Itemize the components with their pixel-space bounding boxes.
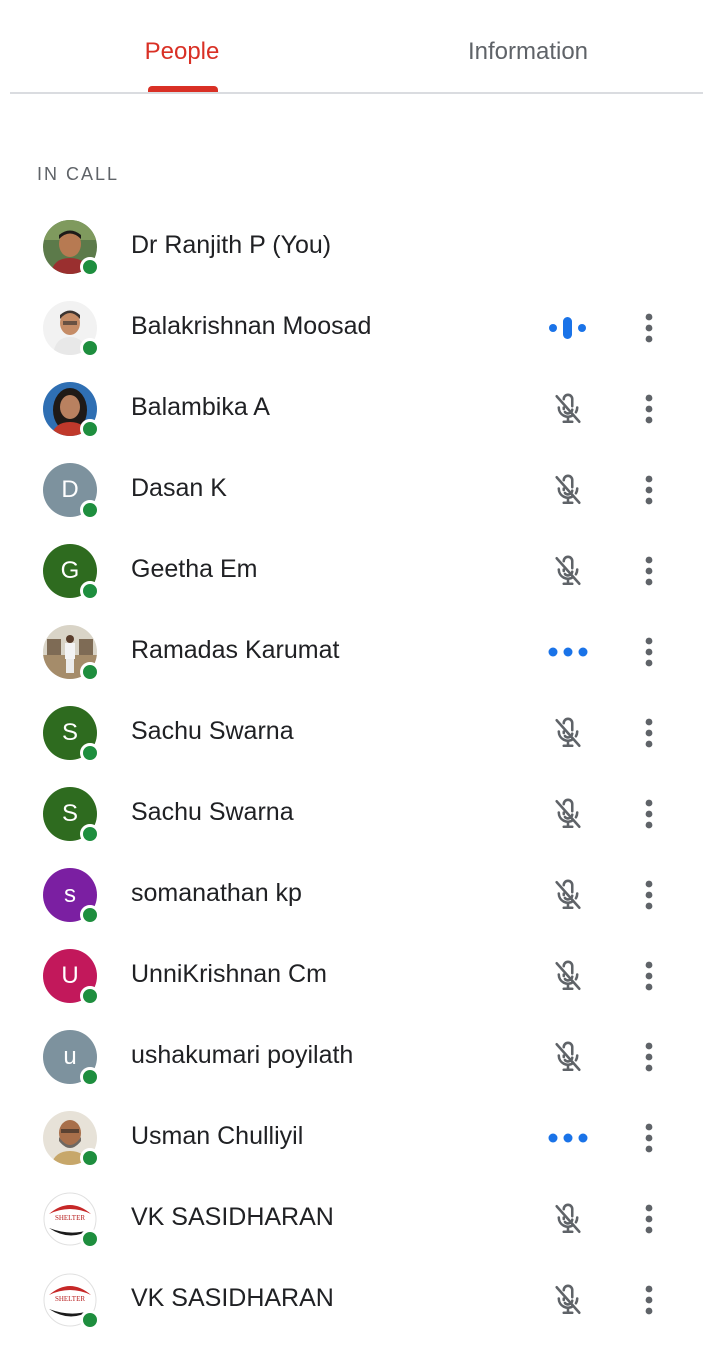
unmuted-dots-icon <box>544 1119 592 1157</box>
online-presence-dot <box>80 743 100 763</box>
online-presence-dot <box>80 1229 100 1249</box>
participant-name: Balambika A <box>131 393 270 421</box>
participant-row[interactable]: SHELTER VK SASIDHARAN <box>0 1178 707 1259</box>
participant-name: UnniKrishnan Cm <box>131 960 327 988</box>
avatar-letter: S <box>61 800 78 827</box>
participant-row[interactable]: G Geetha Em <box>0 530 707 611</box>
participant-name: ushakumari poyilath <box>131 1041 354 1069</box>
participant-name: Dr Ranjith P (You) <box>131 231 332 259</box>
online-presence-dot <box>80 905 100 925</box>
more-options-icon[interactable] <box>630 1198 668 1240</box>
shelter-logo-text: SHELTER <box>54 1214 86 1222</box>
online-presence-dot <box>80 1310 100 1330</box>
more-options-icon[interactable] <box>630 388 668 430</box>
participant-name: Geetha Em <box>131 555 258 583</box>
online-presence-dot <box>80 419 100 439</box>
tab-people[interactable]: People <box>112 36 252 72</box>
participant-name: VK SASIDHARAN <box>131 1203 334 1231</box>
mic-off-icon <box>544 957 592 995</box>
more-options-icon[interactable] <box>630 307 668 349</box>
participant-avatar-wrap: SHELTER <box>43 1192 100 1249</box>
mic-off-icon <box>544 1200 592 1238</box>
participant-avatar-wrap <box>43 220 100 277</box>
participant-row[interactable]: S Sachu Swarna <box>0 773 707 854</box>
online-presence-dot <box>80 986 100 1006</box>
avatar-letter: G <box>60 557 80 584</box>
avatar-letter: D <box>61 476 79 503</box>
participant-name: somanathan kp <box>131 879 302 907</box>
participant-avatar-wrap <box>43 1111 100 1168</box>
online-presence-dot <box>80 257 100 277</box>
online-presence-dot <box>80 500 100 520</box>
mic-off-icon <box>544 876 592 914</box>
participant-avatar-wrap: D <box>43 463 100 520</box>
participant-name: Sachu Swarna <box>131 717 294 745</box>
tab-bar: People Information <box>0 0 707 94</box>
mic-off-icon <box>544 552 592 590</box>
participant-row[interactable]: u ushakumari poyilath <box>0 1016 707 1097</box>
participant-avatar-wrap: S <box>43 706 100 763</box>
more-options-icon[interactable] <box>630 1036 668 1078</box>
section-label-in-call: IN CALL <box>37 164 120 184</box>
tab-information[interactable]: Information <box>420 36 636 72</box>
participant-avatar-wrap: U <box>43 949 100 1006</box>
participant-name: Balakrishnan Moosad <box>131 312 372 340</box>
participant-avatar-wrap: s <box>43 868 100 925</box>
unmuted-dots-icon <box>544 633 592 671</box>
participant-row[interactable]: SHELTER VK SASIDHARAN <box>0 1259 707 1340</box>
avatar-letter: S <box>61 719 78 746</box>
participant-name: VK SASIDHARAN <box>131 1284 334 1312</box>
tab-divider <box>10 92 703 94</box>
participant-row[interactable]: Dr Ranjith P (You) <box>0 206 707 287</box>
avatar-letter: s <box>64 881 76 908</box>
participant-row[interactable]: s somanathan kp <box>0 854 707 935</box>
mic-off-icon <box>544 1038 592 1076</box>
participant-name: Usman Chulliyil <box>131 1122 304 1150</box>
more-options-icon[interactable] <box>630 1279 668 1321</box>
online-presence-dot <box>80 824 100 844</box>
more-options-icon[interactable] <box>630 712 668 754</box>
participant-avatar-wrap: SHELTER <box>43 1273 100 1330</box>
participant-row[interactable]: Ramadas Karumat <box>0 611 707 692</box>
participant-row[interactable]: Usman Chulliyil <box>0 1097 707 1178</box>
participant-avatar-wrap: u <box>43 1030 100 1087</box>
online-presence-dot <box>80 1148 100 1168</box>
avatar-letter: U <box>61 962 79 989</box>
participant-avatar-wrap: G <box>43 544 100 601</box>
mic-off-icon <box>544 1281 592 1319</box>
more-options-icon[interactable] <box>630 955 668 997</box>
more-options-icon[interactable] <box>630 631 668 673</box>
participant-avatar-wrap <box>43 382 100 439</box>
participant-list: Dr Ranjith P (You) Balakrishnan Moosad Bal… <box>0 206 707 1340</box>
more-options-icon[interactable] <box>630 1117 668 1159</box>
participant-row[interactable]: Balakrishnan Moosad <box>0 287 707 368</box>
online-presence-dot <box>80 662 100 682</box>
mic-off-icon <box>544 795 592 833</box>
participant-avatar-wrap <box>43 625 100 682</box>
more-options-icon[interactable] <box>630 793 668 835</box>
online-presence-dot <box>80 581 100 601</box>
participant-row[interactable]: S Sachu Swarna <box>0 692 707 773</box>
participant-row[interactable]: Balambika A <box>0 368 707 449</box>
participant-name: Dasan K <box>131 474 227 502</box>
participant-row[interactable]: D Dasan K <box>0 449 707 530</box>
avatar-letter: u <box>63 1043 77 1070</box>
participant-name: Sachu Swarna <box>131 798 294 826</box>
more-options-icon[interactable] <box>630 874 668 916</box>
participant-name: Ramadas Karumat <box>131 636 340 664</box>
speaking-indicator-icon <box>544 309 592 347</box>
mic-off-icon <box>544 714 592 752</box>
participant-row[interactable]: U UnniKrishnan Cm <box>0 935 707 1016</box>
more-options-icon[interactable] <box>630 550 668 592</box>
shelter-logo-text: SHELTER <box>54 1295 86 1303</box>
more-options-icon[interactable] <box>630 469 668 511</box>
mic-off-icon <box>544 471 592 509</box>
online-presence-dot <box>80 1067 100 1087</box>
online-presence-dot <box>80 338 100 358</box>
mic-off-icon <box>544 390 592 428</box>
participant-avatar-wrap <box>43 301 100 358</box>
participant-avatar-wrap: S <box>43 787 100 844</box>
